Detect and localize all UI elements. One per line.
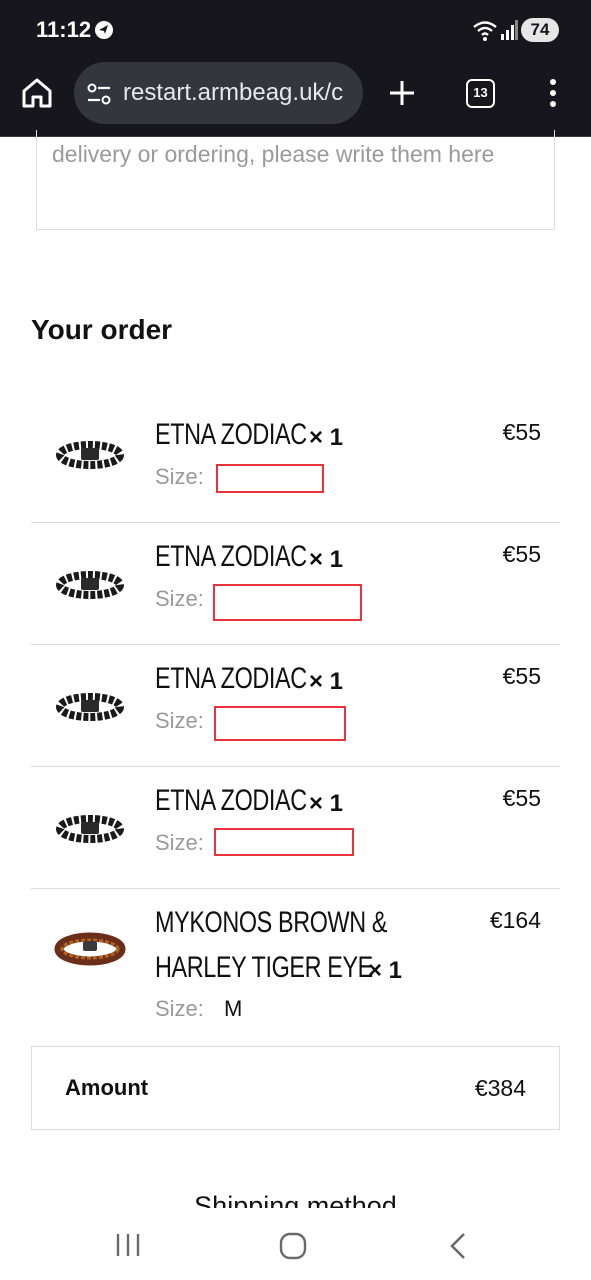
- redacted-size: [214, 706, 346, 741]
- recents-icon[interactable]: [114, 1232, 142, 1258]
- product-name: ETNA ZODIAC: [155, 662, 307, 695]
- navigation-icon: [95, 21, 113, 39]
- amount-label: Amount: [65, 1075, 149, 1100]
- product-name-line-2: HARLEY TIGER EYE: [155, 951, 373, 984]
- order-title: Your order: [31, 314, 173, 345]
- site-settings-icon[interactable]: [86, 82, 112, 106]
- product-price: €55: [502, 541, 541, 567]
- product-name: ETNA ZODIAC: [155, 784, 307, 817]
- size-label: Size:: [155, 464, 204, 489]
- product-image: [56, 693, 124, 721]
- product-name: ETNA ZODIAC: [155, 418, 307, 451]
- redacted-size: [213, 584, 362, 621]
- order-item: ETNA ZODIAC × 1 €55 Size:: [31, 766, 560, 888]
- product-quantity: × 1: [309, 668, 344, 695]
- product-price: €55: [502, 785, 541, 811]
- wifi-icon: [473, 21, 497, 41]
- product-image: [56, 571, 124, 599]
- battery-indicator: 74: [521, 18, 559, 42]
- browser-toolbar: restart.armbeag.uk/c 13: [0, 60, 591, 137]
- size-value: M: [224, 996, 243, 1021]
- product-quantity: × 1: [309, 790, 344, 817]
- size-label: Size:: [155, 708, 204, 733]
- size-label: Size:: [155, 586, 204, 611]
- size-label: Size:: [155, 996, 204, 1021]
- status-bar: 11:12 74: [0, 0, 591, 60]
- address-bar[interactable]: restart.armbeag.uk/c: [74, 62, 363, 124]
- product-name: ETNA ZODIAC: [155, 540, 307, 573]
- product-quantity: × 1: [368, 957, 403, 984]
- redacted-size: [216, 464, 324, 493]
- product-quantity: × 1: [309, 546, 344, 573]
- order-item: ETNA ZODIAC × 1 €55 Size:: [31, 644, 560, 766]
- amount-value: €384: [474, 1075, 526, 1101]
- back-icon[interactable]: [448, 1231, 468, 1261]
- order-total: Amount €384: [31, 1046, 560, 1130]
- order-notes-textarea[interactable]: delivery or ordering, please write them …: [36, 130, 555, 230]
- size-label: Size:: [155, 830, 204, 855]
- order-notes-placeholder: delivery or ordering, please write them …: [52, 141, 495, 167]
- home-icon[interactable]: [20, 76, 54, 110]
- tab-switcher-button[interactable]: 13: [466, 79, 495, 108]
- product-image: [54, 932, 126, 966]
- home-nav-icon[interactable]: [279, 1232, 307, 1260]
- product-price: €164: [489, 907, 541, 933]
- order-item: MYKONOS BROWN & HARLEY TIGER EYE × 1 €16…: [31, 888, 560, 1038]
- more-menu-icon[interactable]: [544, 78, 562, 108]
- product-quantity: × 1: [309, 424, 344, 451]
- redacted-size: [214, 828, 354, 856]
- product-price: €55: [502, 419, 541, 445]
- shipping-method-heading: Shipping method: [194, 1191, 397, 1208]
- order-item: ETNA ZODIAC × 1 €55 Size:: [31, 400, 560, 522]
- signal-icon: [501, 20, 518, 40]
- product-image: [56, 815, 124, 843]
- product-price: €55: [502, 663, 541, 689]
- product-image: [56, 441, 124, 469]
- new-tab-icon[interactable]: [386, 77, 418, 109]
- status-time: 11:12: [36, 17, 92, 42]
- product-name-line-1: MYKONOS BROWN &: [155, 906, 388, 939]
- system-nav-bar: [0, 1208, 591, 1280]
- url-text[interactable]: restart.armbeag.uk/c: [123, 79, 355, 107]
- order-item: ETNA ZODIAC × 1 €55 Size:: [31, 522, 560, 644]
